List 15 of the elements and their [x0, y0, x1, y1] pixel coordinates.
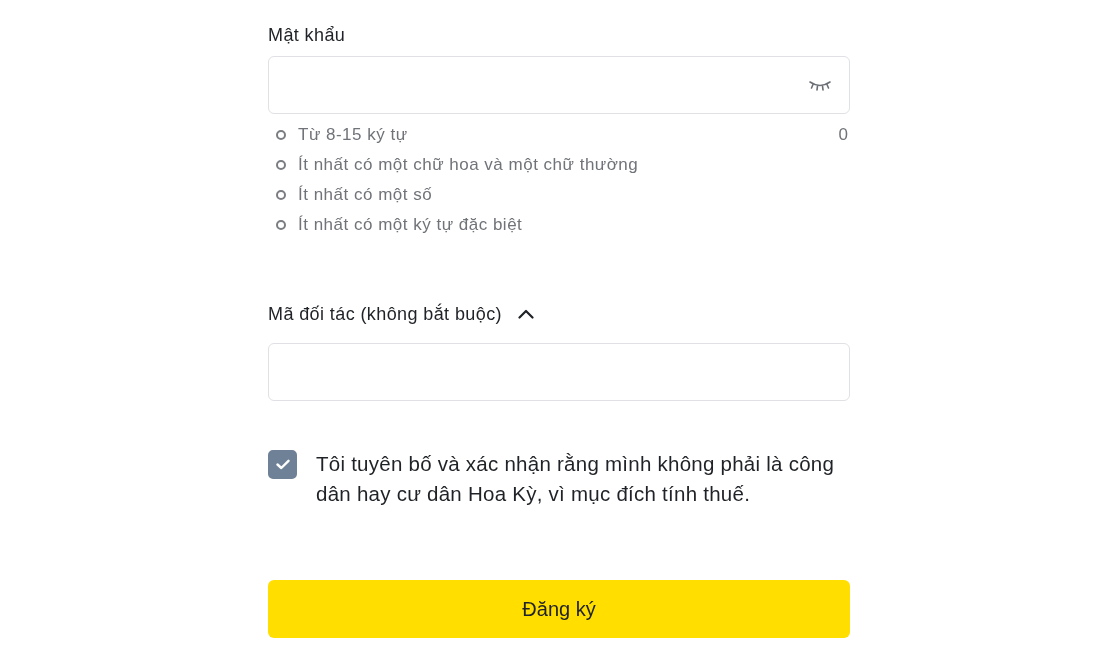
check-icon — [275, 459, 290, 470]
declaration-text: Tôi tuyên bố và xác nhận rằng mình không phải là công dân hay cư dân Hoa Kỳ, vì mục đích tính thuế. — [316, 451, 836, 507]
rule-text: Từ 8-15 ký tự — [298, 125, 408, 145]
character-counter: 0 — [838, 125, 849, 145]
field-label: Mã đối tác (không bắt buộc) — [268, 304, 502, 324]
checkbox[interactable] — [268, 450, 297, 479]
rule-text: Ít nhất có một số — [298, 185, 433, 205]
chevron-up-icon — [517, 309, 534, 319]
password-field[interactable] — [268, 56, 850, 114]
rule-text: Ít nhất có một ký tự đặc biệt — [298, 215, 523, 235]
closed-eye-icon[interactable] — [809, 79, 831, 91]
register-button[interactable]: Đăng ký — [268, 580, 850, 638]
rule-text: Ít nhất có một chữ hoa và một chữ thường — [298, 155, 639, 175]
field-label: Mật khẩu — [268, 25, 346, 45]
input-field[interactable] — [268, 343, 850, 401]
